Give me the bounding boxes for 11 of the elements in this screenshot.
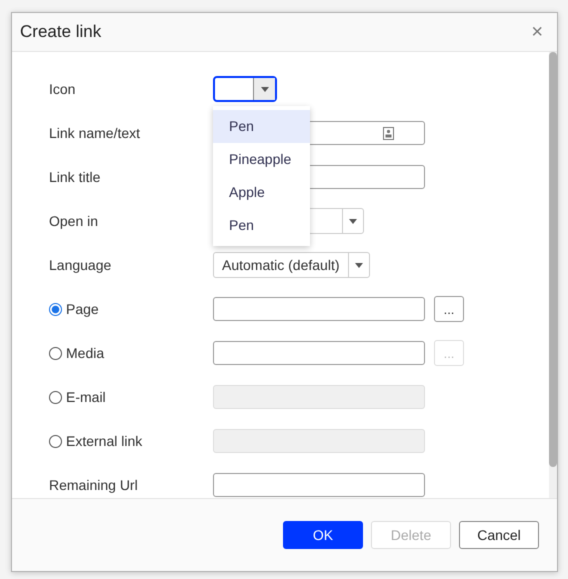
field-label: Link title	[49, 169, 100, 185]
field-label: Page	[66, 301, 99, 317]
field-label: Remaining Url	[49, 477, 138, 493]
field-label: External link	[66, 433, 142, 449]
field-label: Icon	[49, 81, 76, 97]
field-label: Language	[49, 257, 112, 273]
field-label: Open in	[49, 213, 98, 229]
field-label: Media	[66, 345, 104, 361]
dialog-title: Create link	[20, 22, 102, 42]
field-label: E-mail	[66, 389, 106, 405]
field-label: Link name/text	[49, 125, 140, 141]
